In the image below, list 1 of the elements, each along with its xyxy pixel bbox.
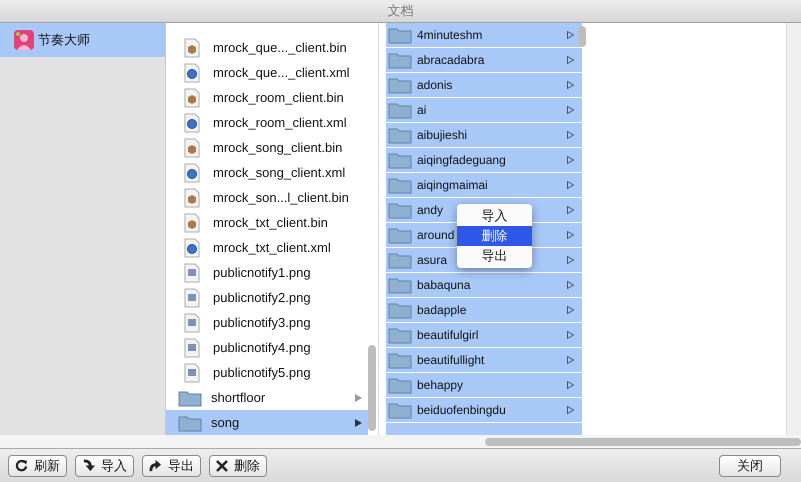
window-title: 文档: [388, 2, 414, 20]
